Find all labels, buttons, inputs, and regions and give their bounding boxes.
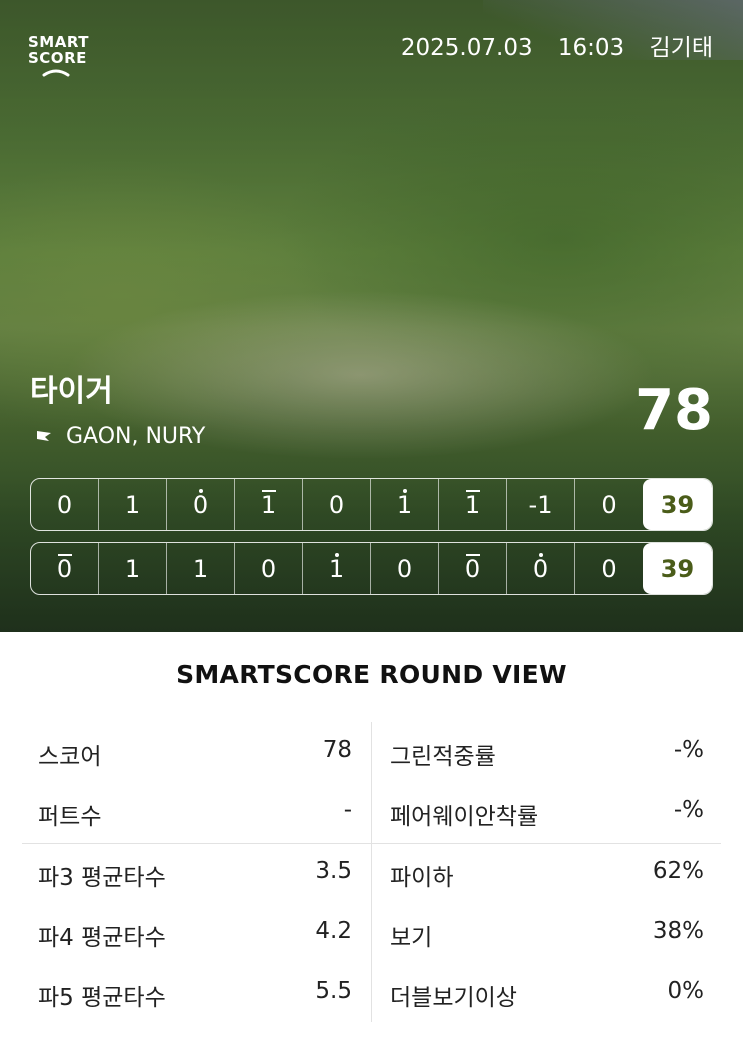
stat-label: 그린적중률 <box>390 744 496 770</box>
hole-score-cell: 0 <box>303 479 371 530</box>
hole-score: 1 <box>328 554 345 583</box>
hole-score-cell: 0 <box>235 543 303 594</box>
score-bar-marker <box>465 554 480 556</box>
hole-score-cell: 1 <box>99 479 167 530</box>
stat-label: 파5 평균타수 <box>38 985 166 1011</box>
hole-score-cell: 1 <box>167 543 235 594</box>
stat-label: 파4 평균타수 <box>38 925 166 951</box>
hole-score: 1 <box>464 490 481 519</box>
tees-label: GAON, NURY <box>66 424 206 449</box>
hole-score: 0 <box>56 554 73 583</box>
hole-score: 0 <box>601 490 617 519</box>
score-dot-marker <box>402 489 407 493</box>
logo-line2: SCORE <box>28 49 87 67</box>
hole-score-cell: 0 <box>167 479 235 530</box>
smartscore-logo[interactable]: SMART SCORE <box>28 34 88 79</box>
total-score: 78 <box>635 378 713 443</box>
stat-row: 보기 38% <box>390 918 704 951</box>
stat-row: 파4 평균타수 4.2 <box>38 918 352 951</box>
hole-score: 0 <box>464 554 481 583</box>
hole-score-cell: 1 <box>235 479 303 530</box>
hole-score: 0 <box>601 554 617 583</box>
hole-score-cell: 0 <box>575 543 643 594</box>
stat-label: 파이하 <box>390 865 454 891</box>
hole-score-cell: 1 <box>303 543 371 594</box>
score-dot-marker <box>334 553 339 557</box>
stat-row: 그린적중률 -% <box>390 737 704 770</box>
hole-score-cell: 0 <box>371 543 439 594</box>
stat-value: 78 <box>322 737 352 763</box>
hole-score: 1 <box>192 554 209 583</box>
hole-score-cell: 1 <box>439 479 507 530</box>
stat-row: 스코어 78 <box>38 737 352 770</box>
score-dot-marker <box>198 489 203 493</box>
hole-score-cell: -1 <box>507 479 575 530</box>
logo-line1: SMART <box>28 33 89 51</box>
course-tees: GAON, NURY <box>34 424 205 449</box>
stat-value: 62% <box>652 858 704 884</box>
stat-row: 파5 평균타수 5.5 <box>38 978 352 1011</box>
flag-icon <box>37 430 51 445</box>
stat-label: 페어웨이안착률 <box>390 804 539 830</box>
stat-label: 파3 평균타수 <box>38 865 166 891</box>
column-divider <box>371 722 372 1022</box>
stat-value: 4.2 <box>315 918 352 944</box>
hole-score-cell: 0 <box>507 543 575 594</box>
stat-label: 더블보기이상 <box>390 985 517 1011</box>
stat-row: 더블보기이상 0% <box>390 978 705 1011</box>
back-nine-row[interactable]: 0 1 1 0 1 0 0 0 0 39 <box>30 542 713 595</box>
section-divider <box>22 843 721 844</box>
score-bar-marker <box>261 490 276 492</box>
front-nine-row[interactable]: 0 1 0 1 0 1 1 -1 0 39 <box>30 478 713 531</box>
round-time: 16:03 <box>557 35 625 61</box>
round-summary: SMARTSCORE ROUND VIEW 스코어 78 퍼트수 - 파3 평균타수 3.… <box>0 632 743 1039</box>
hole-score-cell: 0 <box>31 479 99 530</box>
course-name: 타이거 <box>30 374 113 409</box>
stat-value: - <box>343 797 352 823</box>
hole-score: 1 <box>396 490 413 519</box>
hole-score-cell: 1 <box>371 479 439 530</box>
hole-score: -1 <box>528 490 553 519</box>
summary-title: SMARTSCORE ROUND VIEW <box>176 660 567 689</box>
stat-label: 퍼트수 <box>38 804 102 830</box>
stat-value: 5.5 <box>315 978 352 1004</box>
stat-row: 퍼트수 - <box>38 797 352 830</box>
hero-overlay <box>0 0 743 632</box>
hole-score: 0 <box>192 490 209 519</box>
stat-label: 보기 <box>390 925 433 951</box>
hero-banner: SMART SCORE 2025.07.03 16:03 김기태 타이거 GAO… <box>0 0 743 632</box>
hole-score: 1 <box>260 490 277 519</box>
stat-value: -% <box>673 737 704 763</box>
player-name: 김기태 <box>649 35 713 61</box>
score-bar-marker <box>57 554 72 556</box>
nine-total: 39 <box>643 543 712 594</box>
hole-score-cell: 0 <box>575 479 643 530</box>
round-meta: 2025.07.03 16:03 김기태 <box>383 28 713 62</box>
stat-row: 페어웨이안착률 -% <box>390 797 704 830</box>
phone-swoosh-icon <box>42 69 70 77</box>
hole-score: 0 <box>260 554 277 583</box>
round-date: 2025.07.03 <box>400 35 533 61</box>
stat-row: 파이하 62% <box>390 858 704 891</box>
score-dot-marker <box>538 553 543 557</box>
stat-value: 3.5 <box>315 858 352 884</box>
stat-row: 파3 평균타수 3.5 <box>38 858 352 891</box>
stat-value: -% <box>673 797 704 823</box>
hole-score-cell: 0 <box>31 543 99 594</box>
hole-score: 0 <box>328 490 345 519</box>
hole-score: 0 <box>532 554 549 583</box>
hole-score: 0 <box>396 554 413 583</box>
stat-value: 38% <box>652 918 704 944</box>
hole-score-cell: 1 <box>99 543 167 594</box>
stat-value: 0% <box>667 978 705 1004</box>
stat-label: 스코어 <box>38 744 102 770</box>
nine-total: 39 <box>643 479 712 530</box>
hole-score-cell: 0 <box>439 543 507 594</box>
hole-score: 1 <box>124 554 141 583</box>
score-bar-marker <box>465 490 480 492</box>
hole-score: 1 <box>124 490 141 519</box>
hole-score: 0 <box>56 490 73 519</box>
